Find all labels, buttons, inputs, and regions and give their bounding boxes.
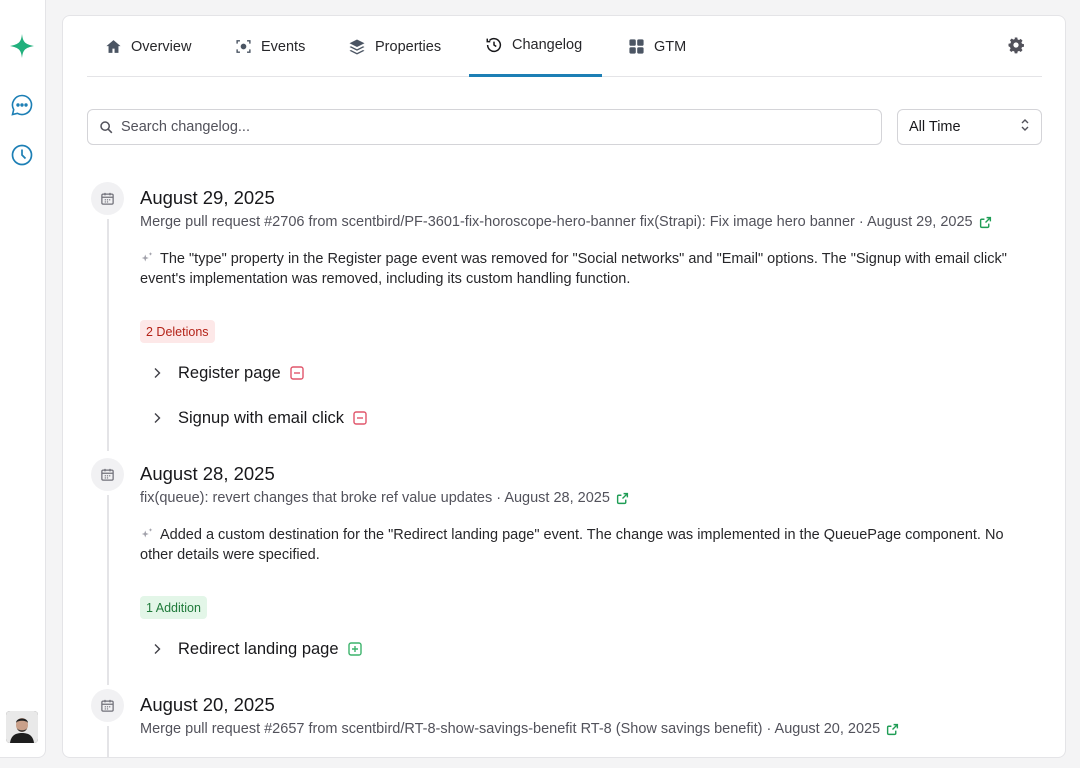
search-icon — [99, 120, 113, 134]
history-icon — [485, 36, 503, 54]
calendar-icon — [91, 458, 124, 491]
avatar[interactable] — [6, 711, 38, 743]
commit-link[interactable]: Merge pull request #2706 from scentbird/… — [140, 214, 992, 230]
gear-icon[interactable] — [1007, 36, 1025, 54]
chevron-right-icon — [151, 412, 163, 424]
target-icon — [234, 38, 252, 56]
timeline-line — [107, 495, 109, 685]
time-filter-select[interactable]: All Time — [897, 109, 1042, 145]
event-name: Signup with email click — [178, 408, 344, 427]
tab-gtm[interactable]: GTM — [627, 16, 686, 77]
additions-badge: 1 Addition — [140, 596, 207, 619]
tab-overview[interactable]: Overview — [104, 16, 191, 77]
sidebar-rail — [0, 0, 46, 758]
event-name: Redirect landing page — [178, 639, 339, 658]
minus-square-icon — [353, 411, 367, 425]
timeline-line — [107, 726, 109, 757]
commit-message: fix(queue): revert changes that broke re… — [140, 490, 610, 506]
changelog-entry: August 28, 2025 fix(queue): revert chang… — [91, 458, 1041, 690]
changelog-entry: August 29, 2025 Merge pull request #2706… — [91, 182, 1041, 456]
ai-summary: Added a custom destination for the "Redi… — [140, 525, 1040, 565]
search-box[interactable] — [87, 109, 882, 145]
home-icon — [104, 38, 122, 56]
sparkle-icon — [140, 251, 154, 265]
external-link-icon[interactable] — [886, 723, 899, 736]
tab-label: Events — [261, 38, 306, 55]
calendar-icon — [91, 689, 124, 722]
summary-text: The "type" property in the Register page… — [140, 251, 1007, 287]
commit-message: Merge pull request #2706 from scentbird/… — [140, 214, 973, 230]
chevron-updown-icon — [1020, 118, 1030, 136]
event-item-redirect-landing-page[interactable]: Redirect landing page — [151, 637, 362, 661]
main-panel: Overview Events Properties Changelog GTM… — [62, 15, 1066, 758]
logo-icon[interactable] — [9, 33, 35, 59]
plus-square-icon — [347, 642, 362, 656]
ai-summary: The "type" property in the Register page… — [140, 249, 1040, 289]
event-item-signup-email-click[interactable]: Signup with email click — [151, 406, 367, 430]
deletions-badge: 2 Deletions — [140, 320, 215, 343]
event-name: Register page — [178, 363, 281, 382]
tab-properties[interactable]: Properties — [348, 16, 441, 77]
tab-bar: Overview Events Properties Changelog GTM — [87, 16, 1042, 77]
chevron-right-icon — [151, 643, 163, 655]
external-link-icon[interactable] — [616, 492, 629, 505]
tab-changelog[interactable]: Changelog — [469, 16, 602, 77]
layers-icon — [348, 38, 366, 56]
tab-label: Properties — [375, 38, 442, 55]
event-item-register-page[interactable]: Register page — [151, 361, 304, 385]
entry-date: August 20, 2025 — [140, 694, 275, 715]
chevron-right-icon — [151, 367, 163, 379]
calendar-icon — [91, 182, 124, 215]
tab-label: Changelog — [512, 37, 583, 53]
external-link-icon[interactable] — [979, 216, 992, 229]
chat-icon[interactable] — [9, 92, 35, 118]
clock-icon[interactable] — [9, 142, 35, 168]
commit-link[interactable]: Merge pull request #2657 from scentbird/… — [140, 721, 899, 737]
minus-square-icon — [290, 366, 304, 380]
changelog-entry: August 20, 2025 Merge pull request #2657… — [91, 689, 1041, 757]
commit-message: Merge pull request #2657 from scentbird/… — [140, 721, 881, 737]
tab-label: GTM — [654, 38, 687, 55]
timeline-line — [107, 219, 109, 451]
time-filter-value: All Time — [909, 119, 961, 135]
entry-date: August 29, 2025 — [140, 187, 275, 208]
commit-link[interactable]: fix(queue): revert changes that broke re… — [140, 490, 629, 506]
summary-text: Added a custom destination for the "Redi… — [140, 527, 1004, 563]
sparkle-icon — [140, 527, 154, 541]
tab-events[interactable]: Events — [234, 16, 305, 77]
entry-date: August 28, 2025 — [140, 463, 275, 484]
search-input[interactable] — [121, 110, 881, 144]
grid-icon — [627, 38, 645, 56]
tab-label: Overview — [131, 38, 192, 55]
